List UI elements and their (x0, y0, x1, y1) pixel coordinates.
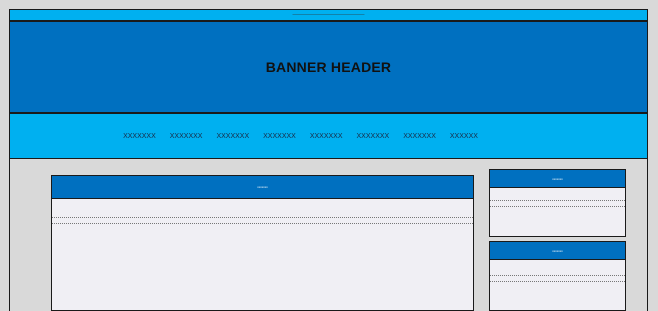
banner-title: BANNER HEADER (265, 59, 392, 75)
sidebar-panel-1-text: xxxxxxxxxxxxxxxxxxxxxxxxxxxxxxxxxxxxxxxx… (490, 200, 625, 207)
sidebar-panel-2-text: xxxxxxxxxxxxxxxxxxxxxxxxxxxxxxxxxxxxxxxx… (490, 275, 625, 282)
sidebar-panel-2-header: xxxxxxx (490, 242, 625, 260)
main-panel-text: xxxxxxxxxxxxxxxxxxxxxxxxxxxxxxxxxxxxxxxx… (52, 217, 473, 224)
main-nav: XXXXXXX XXXXXXX XXXXXXX XXXXXXX XXXXXXX … (9, 113, 648, 159)
sidebar-panel-2-title: xxxxxxx (552, 248, 563, 253)
nav-item[interactable]: XXXXXXX (263, 133, 296, 140)
main-panel-header: xxxxxxx (52, 176, 473, 199)
nav-item[interactable]: XXXXXXX (123, 133, 156, 140)
nav-item[interactable]: XXXXXX (450, 133, 478, 140)
banner-header: BANNER HEADER (9, 21, 648, 113)
nav-item[interactable]: XXXXXXX (403, 133, 436, 140)
sidebar-panel-1-header: xxxxxxx (490, 170, 625, 188)
main-content-panel: xxxxxxx xxxxxxxxxxxxxxxxxxxxxxxxxxxxxxxx… (51, 175, 474, 311)
sidebar-panel-2: xxxxxxx xxxxxxxxxxxxxxxxxxxxxxxxxxxxxxxx… (489, 241, 626, 311)
main-panel-title: xxxxxxx (257, 185, 268, 189)
nav-item[interactable]: XXXXXXX (357, 133, 390, 140)
nav-item[interactable]: XXXXXXX (310, 133, 343, 140)
nav-item[interactable]: XXXXXXX (216, 133, 249, 140)
sidebar-panel-1-title: xxxxxxx (552, 176, 563, 181)
nav-item[interactable]: XXXXXXX (170, 133, 203, 140)
top-utility-bar: xxxxxxxxxxxxxxxxxxxxxxxxxxxxxxxxxxxxxxxx… (9, 9, 648, 21)
top-utility-text: xxxxxxxxxxxxxxxxxxxxxxxxxxxxxxxxxxxxxxxx… (292, 14, 365, 16)
sidebar-panel-1: xxxxxxx xxxxxxxxxxxxxxxxxxxxxxxxxxxxxxxx… (489, 169, 626, 237)
